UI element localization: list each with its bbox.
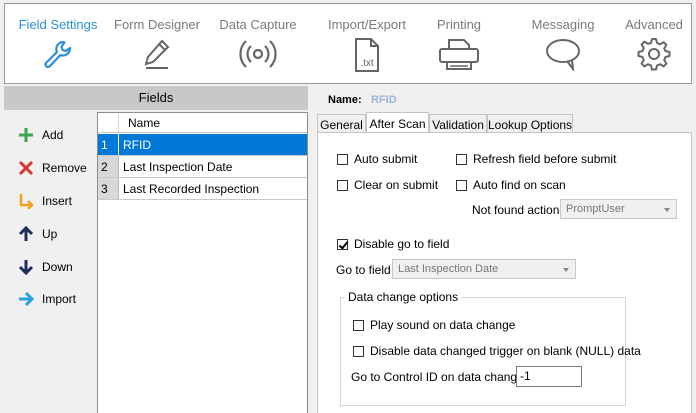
checkbox-box[interactable]	[337, 153, 348, 165]
txt-file-icon: .txt	[355, 38, 379, 72]
up-button[interactable]: Up	[18, 223, 57, 245]
checkbox-box[interactable]	[353, 345, 364, 357]
down-button-label: Down	[42, 260, 73, 274]
tab-validation[interactable]: Validation	[429, 114, 487, 133]
disable-trigger-label: Disable data changed trigger on blank (N…	[370, 344, 641, 358]
tab-label: Import/Export	[327, 17, 407, 32]
disable-goto-label: Disable go to field	[354, 237, 450, 251]
down-button[interactable]: Down	[18, 256, 73, 278]
table-row[interactable]: 3 Last Recorded Inspection	[98, 178, 307, 200]
goto-field-select[interactable]: Last Inspection Date	[392, 259, 576, 279]
tab-field-settings[interactable]: Field Settings	[11, 4, 105, 83]
not-found-action-value: PromptUser	[566, 203, 625, 215]
goto-control-input[interactable]: -1	[516, 366, 582, 387]
arrow-down-icon	[18, 260, 34, 275]
auto-find-label: Auto find on scan	[473, 178, 566, 192]
signal-icon	[239, 40, 277, 68]
add-button-label: Add	[42, 128, 64, 142]
insert-button[interactable]: Insert	[18, 190, 72, 212]
not-found-action-label: Not found action	[472, 203, 560, 217]
disable-goto-checkbox[interactable]: Disable go to field	[337, 237, 449, 251]
tab-label: Messaging	[531, 17, 595, 32]
fields-grid[interactable]: Name 1 RFID 2 Last Inspection Date 3 Las…	[97, 112, 308, 413]
play-sound-label: Play sound on data change	[370, 318, 516, 332]
tab-label: Form Designer	[114, 17, 200, 32]
goto-control-value: -1	[520, 369, 531, 383]
x-icon	[18, 160, 34, 176]
checkbox-box[interactable]	[456, 153, 467, 165]
goto-field-label: Go to field	[336, 263, 391, 277]
row-name: Last Recorded Inspection	[123, 182, 260, 196]
tab-form-designer[interactable]: Form Designer	[109, 4, 205, 83]
printer-icon	[439, 39, 479, 70]
checkbox-box[interactable]	[353, 319, 364, 331]
insert-button-label: Insert	[42, 194, 73, 208]
table-row[interactable]: 2 Last Inspection Date	[98, 156, 307, 178]
tab-general[interactable]: General	[317, 114, 366, 133]
tab-label: Advanced	[625, 17, 683, 32]
tab-lookup-options[interactable]: Lookup Options	[487, 114, 573, 133]
data-change-options-group: Data change options Play sound on data c…	[340, 290, 641, 406]
checkbox-box[interactable]	[337, 179, 348, 191]
goto-control-label: Go to Control ID on data change	[351, 370, 524, 384]
plus-icon	[19, 128, 33, 142]
pencil-icon	[144, 39, 170, 69]
row-name: Last Inspection Date	[123, 160, 233, 174]
play-sound-checkbox[interactable]: Play sound on data change	[353, 318, 515, 332]
chevron-down-icon	[664, 208, 670, 212]
name-value: RFID	[371, 94, 397, 106]
import-button[interactable]: Import	[18, 288, 76, 310]
arrow-right-icon	[19, 291, 34, 307]
chevron-down-icon	[563, 268, 569, 272]
grid-corner	[98, 113, 119, 133]
checkbox-box[interactable]	[337, 238, 348, 250]
ribbon-toolbar: Field Settings Form Designer Data Captur…	[4, 3, 692, 84]
tab-printing[interactable]: Printing	[419, 4, 499, 83]
arrow-up-icon	[18, 226, 34, 241]
refresh-field-label: Refresh field before submit	[473, 152, 617, 166]
row-number: 2	[98, 156, 119, 177]
row-number: 1	[98, 134, 119, 155]
tab-data-capture[interactable]: Data Capture	[211, 4, 305, 83]
add-button[interactable]: Add	[18, 124, 63, 146]
auto-submit-label: Auto submit	[354, 152, 418, 166]
name-label: Name:	[328, 94, 362, 106]
tab-messaging[interactable]: Messaging	[517, 4, 609, 83]
txt-file-label: .txt	[360, 58, 374, 69]
row-name: RFID	[123, 138, 151, 152]
remove-button-label: Remove	[42, 161, 87, 175]
row-number: 3	[98, 178, 119, 199]
not-found-action-select[interactable]: PromptUser	[560, 199, 677, 219]
table-row[interactable]: 1 RFID	[98, 134, 307, 156]
gear-icon	[637, 38, 671, 71]
column-header-name[interactable]: Name	[128, 116, 160, 130]
refresh-field-checkbox[interactable]: Refresh field before submit	[456, 152, 616, 166]
remove-button[interactable]: Remove	[18, 157, 87, 179]
import-button-label: Import	[42, 292, 77, 306]
clear-on-submit-checkbox[interactable]: Clear on submit	[337, 178, 438, 192]
insert-arrow-icon	[19, 194, 34, 209]
wrench-icon	[44, 40, 72, 69]
auto-find-checkbox[interactable]: Auto find on scan	[456, 178, 566, 192]
grid-header: Name	[98, 113, 307, 133]
group-title: Data change options	[345, 290, 462, 304]
auto-submit-checkbox[interactable]: Auto submit	[337, 152, 417, 166]
tab-label: Field Settings	[18, 17, 98, 32]
disable-trigger-checkbox[interactable]: Disable data changed trigger on blank (N…	[353, 344, 641, 358]
tab-advanced[interactable]: Advanced	[617, 4, 691, 83]
after-scan-panel: Auto submit Refresh field before submit …	[317, 132, 692, 413]
up-button-label: Up	[42, 227, 58, 241]
tab-import-export[interactable]: Import/Export .txt	[315, 4, 419, 83]
fields-panel: Fields Add Remove Insert Up Down Import …	[4, 86, 308, 413]
clear-on-submit-label: Clear on submit	[354, 178, 439, 192]
goto-field-value: Last Inspection Date	[398, 263, 499, 275]
tab-label: Printing	[436, 17, 482, 32]
tab-label: Data Capture	[219, 17, 297, 32]
speech-bubble-icon	[546, 39, 580, 71]
tab-after-scan[interactable]: After Scan	[366, 112, 429, 133]
fields-header: Fields	[4, 86, 308, 110]
checkbox-box[interactable]	[456, 179, 467, 191]
